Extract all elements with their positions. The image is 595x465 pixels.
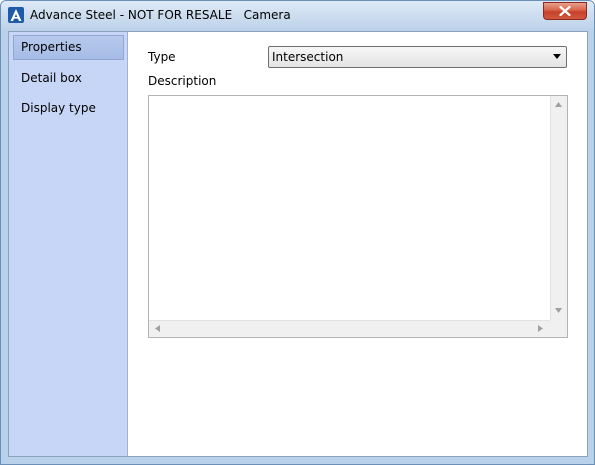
advance-steel-logo-icon	[8, 7, 24, 23]
sidebar-item-label: Properties	[21, 40, 82, 54]
close-icon	[559, 6, 571, 16]
horizontal-scrollbar[interactable]	[149, 320, 550, 337]
type-label: Type	[148, 50, 176, 64]
sidebar-item-properties[interactable]: Properties	[13, 35, 124, 60]
close-button[interactable]	[543, 2, 587, 20]
type-select-value: Intersection	[272, 50, 344, 64]
scrollbar-corner	[550, 320, 567, 337]
scroll-down-icon[interactable]	[555, 308, 562, 313]
title-bar[interactable]: Advance Steel - NOT FOR RESALE Camera	[1, 1, 594, 29]
description-label: Description	[148, 74, 217, 88]
scroll-up-icon[interactable]	[555, 102, 562, 107]
dialog-content: Properties Detail box Display type Type …	[8, 31, 588, 457]
vertical-scrollbar[interactable]	[550, 96, 567, 320]
sidebar-item-detail-box[interactable]: Detail box	[13, 66, 124, 91]
sidebar-nav: Properties Detail box Display type	[9, 32, 128, 456]
dialog-window: Advance Steel - NOT FOR RESALE Camera Pr…	[0, 0, 595, 465]
window-title: Advance Steel - NOT FOR RESALE Camera	[30, 8, 291, 22]
sidebar-item-display-type[interactable]: Display type	[13, 96, 124, 121]
sidebar-item-label: Display type	[21, 101, 96, 115]
scroll-right-icon[interactable]	[538, 325, 543, 332]
sidebar-item-label: Detail box	[21, 71, 82, 85]
chevron-down-icon	[553, 54, 561, 59]
type-select[interactable]: Intersection	[268, 46, 567, 68]
scroll-left-icon[interactable]	[155, 325, 160, 332]
description-textarea[interactable]	[148, 95, 568, 338]
properties-panel: Type Intersection Description	[130, 32, 587, 456]
